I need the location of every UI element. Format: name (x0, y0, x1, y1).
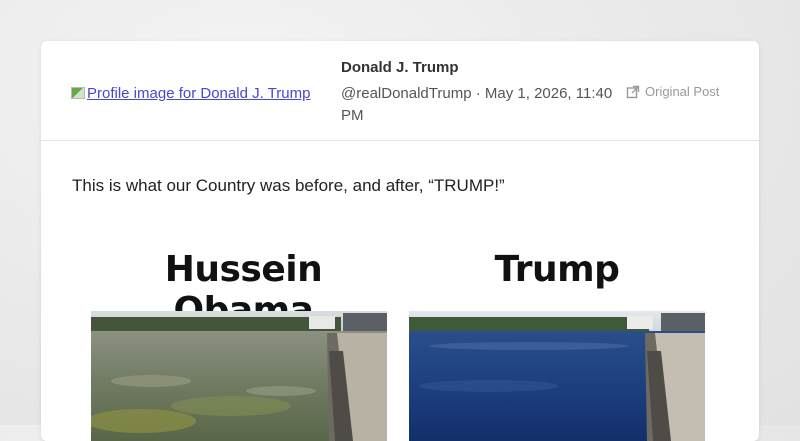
external-link-icon (626, 85, 640, 99)
original-post-label: Original Post (645, 84, 720, 99)
clean-pool-photo (409, 311, 705, 441)
author-name[interactable]: Donald J. Trump (341, 59, 459, 76)
avatar-alt-text: Profile image for Donald J. Trump (87, 84, 311, 102)
post-header: Profile image for Donald J. Trump Donald… (41, 41, 759, 141)
post-meta: @realDonaldTrump · May 1, 2026, 11:40 PM (341, 85, 613, 124)
murky-pool-photo (91, 311, 387, 441)
right-image-title: Trump (494, 249, 620, 290)
post-image[interactable]: Hussein Obama Trump (91, 249, 707, 441)
avatar[interactable]: Profile image for Donald J. Trump (71, 83, 329, 103)
post-text: This is what our Country was before, and… (72, 176, 505, 195)
post-card: Profile image for Donald J. Trump Donald… (41, 41, 759, 441)
broken-image-icon (71, 87, 85, 99)
original-post-link[interactable]: Original Post (626, 84, 719, 99)
